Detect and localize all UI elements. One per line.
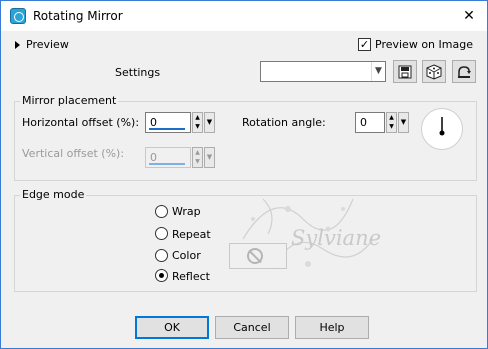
edge-label-wrap: Wrap bbox=[172, 205, 201, 218]
vertical-spin-arrows-icon: ▲ ▼ bbox=[192, 147, 203, 168]
edge-mode-title: Edge mode bbox=[20, 188, 87, 201]
vertical-offset-label: Vertical offset (%): bbox=[22, 147, 125, 160]
edge-color-swatch bbox=[229, 243, 287, 269]
window-title: Rotating Mirror bbox=[33, 9, 123, 23]
title-bar[interactable]: Rotating Mirror ✕ bbox=[1, 1, 487, 31]
ok-button[interactable]: OK bbox=[135, 316, 209, 339]
mirror-placement-title: Mirror placement bbox=[20, 94, 119, 107]
rotation-dial[interactable] bbox=[421, 108, 463, 150]
reset-defaults-icon bbox=[458, 65, 471, 78]
rotation-spin-arrows-icon[interactable]: ▲ ▼ bbox=[386, 112, 397, 133]
edge-label-reflect: Reflect bbox=[172, 270, 210, 283]
expand-triangle-icon bbox=[15, 41, 20, 49]
rotation-angle-input[interactable]: 0 bbox=[355, 112, 385, 133]
save-settings-button[interactable] bbox=[393, 60, 417, 83]
horizontal-spin-arrows-icon[interactable]: ▲ ▼ bbox=[192, 112, 203, 133]
horizontal-offset-spinner[interactable]: 0 ▲ ▼ ▼ bbox=[145, 112, 215, 133]
horizontal-offset-slider[interactable] bbox=[149, 128, 185, 130]
preview-on-image-checkbox[interactable]: ✓ bbox=[358, 38, 371, 51]
reset-defaults-button[interactable] bbox=[452, 60, 476, 83]
randomize-dice-icon bbox=[426, 63, 442, 80]
disabled-no-icon bbox=[247, 248, 263, 264]
edge-label-color: Color bbox=[172, 249, 201, 262]
rotation-angle-spinner[interactable]: 0 ▲ ▼ ▼ bbox=[355, 112, 409, 133]
rotation-angle-value: 0 bbox=[360, 116, 367, 129]
close-icon[interactable]: ✕ bbox=[459, 6, 479, 26]
watermark-signature: Sylviane bbox=[291, 226, 382, 250]
edge-radio-color[interactable] bbox=[155, 249, 168, 262]
dialog-window: Rotating Mirror ✕ Preview ✓ Preview on I… bbox=[0, 0, 488, 349]
edge-radio-wrap[interactable] bbox=[155, 205, 168, 218]
chevron-down-icon: ▼ bbox=[371, 62, 385, 81]
settings-dropdown[interactable]: ▼ bbox=[260, 61, 386, 82]
vertical-dropdown-arrow-icon: ▼ bbox=[204, 147, 215, 168]
randomize-button[interactable] bbox=[422, 60, 446, 83]
rotation-dropdown-arrow-icon[interactable]: ▼ bbox=[398, 112, 409, 133]
edge-label-repeat: Repeat bbox=[172, 228, 211, 241]
settings-label: Settings bbox=[115, 66, 161, 79]
horizontal-dropdown-arrow-icon[interactable]: ▼ bbox=[204, 112, 215, 133]
vertical-offset-spinner: 0 ▲ ▼ ▼ bbox=[145, 147, 215, 168]
preview-toggle-label: Preview bbox=[26, 38, 69, 51]
cancel-button[interactable]: Cancel bbox=[215, 316, 289, 339]
preview-on-image-label: Preview on Image bbox=[375, 38, 473, 51]
save-settings-icon bbox=[398, 65, 412, 78]
edge-radio-repeat[interactable] bbox=[155, 227, 168, 240]
edge-radio-reflect[interactable] bbox=[155, 269, 168, 282]
vertical-offset-slider bbox=[149, 163, 185, 165]
preview-expander[interactable]: Preview bbox=[15, 38, 69, 52]
help-button[interactable]: Help bbox=[295, 316, 369, 339]
dial-needle-icon bbox=[439, 117, 445, 136]
horizontal-offset-label: Horizontal offset (%): bbox=[22, 116, 140, 129]
app-icon bbox=[10, 8, 26, 24]
rotation-angle-label: Rotation angle: bbox=[242, 116, 326, 129]
